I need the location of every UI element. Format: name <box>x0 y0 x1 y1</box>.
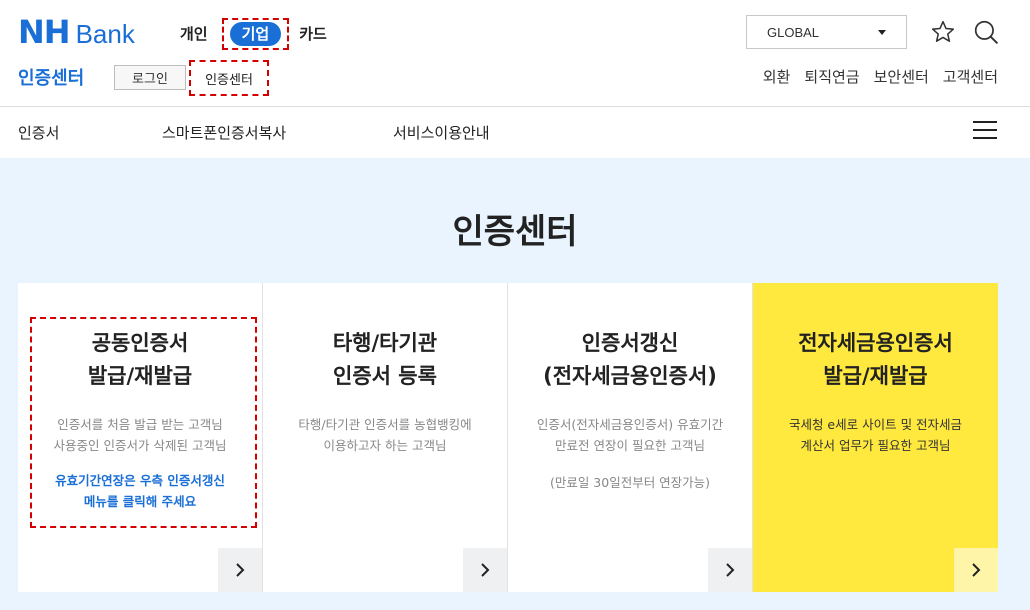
chevron-right-icon <box>726 563 735 577</box>
global-select-value: GLOBAL <box>767 24 820 40</box>
card-joint-certificate[interactable]: 공동인증서 발급/재발급 인증서를 처음 발급 받는 고객님 사용중인 인증서가… <box>18 283 263 592</box>
card-title-line: 전자세금용인증서 <box>798 331 953 355</box>
nav-card[interactable]: 카드 <box>299 21 327 47</box>
card-desc-line: 국세청 e세로 사이트 및 전자세금 <box>788 417 963 432</box>
menu-item-service-guide[interactable]: 서비스이용안내 <box>393 122 490 143</box>
nh-bank-logo[interactable]: NH Bank <box>18 16 135 50</box>
logo-bank: Bank <box>75 19 135 49</box>
card-desc-line: 타행/타기관 인증서를 농협뱅킹에 <box>298 417 472 432</box>
card-note: (만료일 30일전부터 연장가능) <box>549 475 711 490</box>
card-etax-certificate[interactable]: 전자세금용인증서 발급/재발급 국세청 e세로 사이트 및 전자세금 계산서 업… <box>753 283 998 592</box>
card-certificate-renewal[interactable]: 인증서갱신 (전자세금용인증서) 인증서(전자세금용인증서) 유효기간 만료전 … <box>508 283 753 592</box>
card-desc-line: 인증서(전자세금용인증서) 유효기간 <box>536 417 724 432</box>
card-arrow-button[interactable] <box>218 548 262 592</box>
hero-title: 인증센터 <box>452 212 578 252</box>
hero-section: 인증센터 공동인증서 발급/재발급 인증서를 처음 발급 받는 고객님 사용중인… <box>0 158 1030 610</box>
menu-item-certificate[interactable]: 인증서 <box>18 122 59 143</box>
card-title-line: 인증서 등록 <box>333 364 437 388</box>
card-title-line: (전자세금용인증서) <box>543 364 717 388</box>
card-desc-line: 계산서 업무가 필요한 고객님 <box>800 438 951 453</box>
card-arrow-button[interactable] <box>708 548 752 592</box>
util-link-security[interactable]: 보안센터 <box>874 66 929 87</box>
card-description: 타행/타기관 인증서를 농협뱅킹에 이용하고자 하는 고객님 <box>263 414 507 456</box>
hamburger-icon[interactable] <box>973 121 999 143</box>
util-link-customer[interactable]: 고객센터 <box>943 66 998 87</box>
card-title: 인증서갱신 (전자세금용인증서) <box>508 327 752 393</box>
chevron-right-icon <box>972 563 981 577</box>
card-description: 국세청 e세로 사이트 및 전자세금 계산서 업무가 필요한 고객님 <box>753 414 998 456</box>
cert-center-highlight: 인증센터 <box>189 60 269 96</box>
chevron-right-icon <box>481 563 490 577</box>
logo-nh: NH <box>18 13 71 51</box>
util-link-pension[interactable]: 퇴직연금 <box>804 66 859 87</box>
card-list: 공동인증서 발급/재발급 인증서를 처음 발급 받는 고객님 사용중인 인증서가… <box>18 283 998 592</box>
nav-business-highlight: 기업 <box>221 18 290 50</box>
utility-links: 외환 퇴직연금 보안센터 고객센터 <box>749 66 998 87</box>
top-nav: 개인 기업 카드 <box>180 18 341 50</box>
card-arrow-button[interactable] <box>463 548 507 592</box>
util-link-forex[interactable]: 외환 <box>763 66 791 87</box>
global-select[interactable]: GLOBAL <box>746 15 907 49</box>
card-arrow-button[interactable] <box>954 548 998 592</box>
search-icon[interactable] <box>972 18 1000 46</box>
nav-personal[interactable]: 개인 <box>180 21 208 47</box>
card-desc-line: 만료전 연장이 필요한 고객님 <box>555 438 705 453</box>
card-desc-line: 이용하고자 하는 고객님 <box>323 438 447 453</box>
chevron-right-icon <box>236 563 245 577</box>
card-highlight-box <box>30 317 257 528</box>
login-button[interactable]: 로그인 <box>114 65 186 90</box>
star-icon[interactable] <box>929 18 957 46</box>
menu-item-smartphone-copy[interactable]: 스마트폰인증서복사 <box>162 122 286 143</box>
card-title-line: 인증서갱신 <box>581 331 679 355</box>
card-description: 인증서(전자세금용인증서) 유효기간 만료전 연장이 필요한 고객님 <box>508 414 752 456</box>
cert-center-button[interactable]: 인증센터 <box>205 69 253 88</box>
menu-row: 인증서 스마트폰인증서복사 서비스이용안내 <box>0 106 1030 158</box>
section-title: 인증센터 <box>18 68 85 89</box>
card-title-line: 발급/재발급 <box>823 364 928 388</box>
card-title: 전자세금용인증서 발급/재발급 <box>753 327 998 393</box>
card-other-bank-register[interactable]: 타행/타기관 인증서 등록 타행/타기관 인증서를 농협뱅킹에 이용하고자 하는… <box>263 283 508 592</box>
nav-business[interactable]: 기업 <box>229 22 282 46</box>
caret-down-icon <box>878 30 886 35</box>
card-title: 타행/타기관 인증서 등록 <box>263 327 507 393</box>
card-title-line: 타행/타기관 <box>332 331 438 355</box>
